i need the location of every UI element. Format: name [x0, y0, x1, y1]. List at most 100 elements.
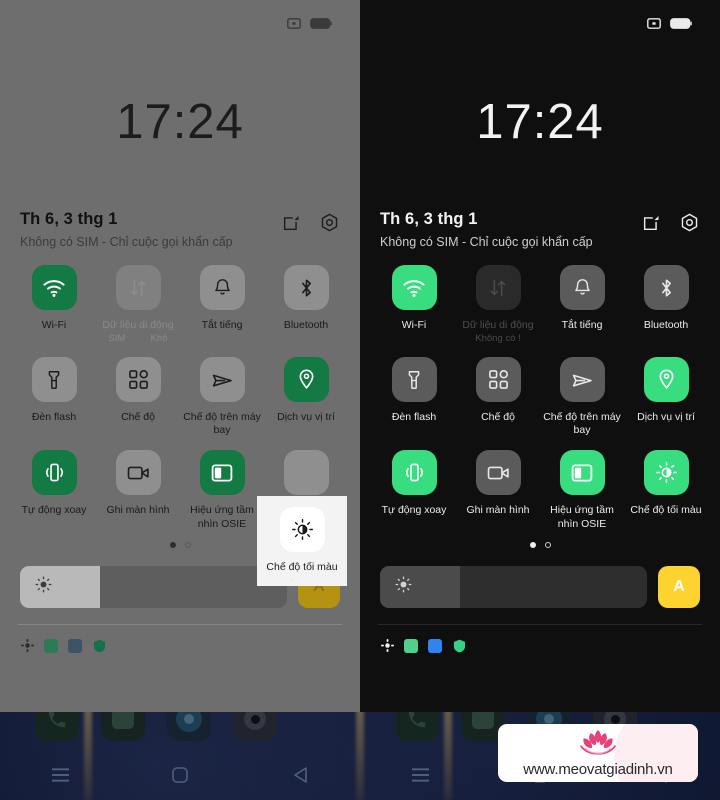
tile-wifi[interactable]: Wi-Fi — [372, 265, 456, 344]
gear-icon[interactable] — [380, 639, 394, 653]
tile-label: Chế độ — [121, 411, 155, 424]
tile-sublabel: Không có ! — [475, 333, 521, 345]
tile-screen-record[interactable]: Ghi màn hình — [96, 450, 180, 530]
carrier-label: Không có SIM - Chỉ cuộc gọi khẩn cấp — [20, 235, 233, 249]
settings-gear-icon[interactable] — [679, 212, 700, 233]
battery-icon — [670, 17, 692, 29]
date-label: Th 6, 3 thg 1 — [20, 210, 118, 228]
tile-wifi[interactable]: Wi-Fi — [12, 265, 96, 344]
tile-label: Dữ liệu di động — [102, 319, 174, 331]
back-button[interactable] — [270, 750, 330, 800]
bell-mute-icon — [199, 265, 245, 310]
tile-label: Bluetooth — [283, 319, 329, 331]
wifi-icon — [31, 265, 77, 310]
tile-label: Bluetooth — [643, 319, 689, 331]
edit-pencil-icon[interactable] — [281, 212, 302, 233]
tile-mute[interactable]: Tắt tiếng — [180, 265, 264, 344]
recents-button[interactable] — [390, 750, 450, 800]
tile-sublabel-status: Khô — [150, 333, 168, 345]
tile-label: Tự động xoay — [381, 504, 447, 517]
panel-divider — [378, 623, 702, 625]
page-dot-1[interactable] — [529, 541, 536, 548]
status-bar — [0, 0, 360, 46]
green-app-icon[interactable] — [44, 638, 58, 653]
location-pin-icon — [283, 357, 329, 403]
tile-bluetooth[interactable]: Bluetooth — [624, 265, 708, 344]
dark-mode-icon — [279, 507, 325, 553]
recents-button[interactable] — [30, 750, 90, 800]
green-app-icon[interactable] — [404, 638, 418, 653]
location-pin-icon — [643, 357, 689, 403]
lockscreen-clock: 17:24 — [116, 95, 244, 149]
page-indicator — [372, 541, 708, 548]
tile-location[interactable]: Dịch vụ vị trí — [624, 357, 708, 437]
tile-label: Chế độ tối màu — [266, 561, 338, 574]
panel-header: Th 6, 3 thg 1 Không có SIM - Chỉ cuộc gọ… — [360, 208, 720, 249]
grid-modes-icon — [475, 357, 521, 403]
quick-settings-panel-light: 17:24 Th 6, 3 thg 1 Không có SIM - Chỉ c… — [0, 0, 360, 712]
page-dot-1[interactable] — [169, 541, 176, 548]
panel-divider — [18, 623, 342, 625]
tile-osie-vision[interactable]: Hiệu ứng tầm nhìn OSIE — [540, 450, 624, 530]
watermark-card: www.meovatgiadinh.vn — [498, 724, 698, 782]
bell-mute-icon — [559, 265, 605, 310]
tile-dark-mode[interactable]: Chế độ tối màu — [624, 450, 708, 530]
page-dot-2[interactable] — [184, 541, 191, 548]
mobile-data-icon — [475, 265, 521, 310]
quick-tiles-grid: Wi-Fi Dữ liệu di động Không có ! Tắt tiế… — [360, 265, 720, 548]
blue-app-icon[interactable] — [68, 638, 82, 653]
lotus-flower-logo — [575, 729, 621, 760]
brightness-slider[interactable] — [380, 565, 647, 608]
tile-label: Chế độ — [481, 411, 515, 424]
tile-flashlight[interactable]: Đèn flash — [12, 357, 96, 437]
settings-gear-icon[interactable] — [319, 212, 340, 233]
brightness-slider[interactable] — [20, 565, 287, 608]
tile-modes[interactable]: Chế độ — [456, 357, 540, 437]
tile-bluetooth[interactable]: Bluetooth — [264, 265, 348, 344]
battery-icon — [310, 17, 332, 29]
page-dot-2[interactable] — [544, 541, 551, 548]
screen-cast-icon — [647, 17, 661, 29]
tile-label: Hiệu ứng tầm nhìn OSIE — [550, 504, 614, 530]
tile-mute[interactable]: Tắt tiếng — [540, 265, 624, 344]
tile-auto-rotate[interactable]: Tự động xoay — [12, 450, 96, 530]
tile-label: Đèn flash — [391, 411, 437, 424]
tile-location[interactable]: Dịch vụ vị trí — [264, 357, 348, 437]
tile-screen-record[interactable]: Ghi màn hình — [456, 450, 540, 530]
gear-icon[interactable] — [20, 639, 34, 653]
shield-icon[interactable] — [452, 639, 466, 653]
blue-app-icon[interactable] — [428, 638, 442, 653]
screen-record-icon — [115, 450, 161, 496]
tile-osie-vision[interactable]: Hiệu ứng tầm nhìn OSIE — [180, 450, 264, 530]
flashlight-icon — [31, 357, 77, 403]
brightness-sun-icon — [395, 576, 412, 598]
screenshot-root: 17:24 Th 6, 3 thg 1 Không có SIM - Chỉ c… — [0, 0, 720, 800]
tile-mobile-data[interactable]: Dữ liệu di động Không có ! — [456, 265, 540, 344]
mini-icon-row — [0, 638, 360, 653]
tile-label: Ghi màn hình — [106, 504, 170, 517]
flashlight-icon — [391, 357, 437, 403]
auto-brightness-button[interactable]: A — [658, 565, 700, 608]
tile-auto-rotate[interactable]: Tự động xoay — [372, 450, 456, 530]
tile-label: Wi-Fi — [41, 319, 67, 331]
tile-airplane-mode[interactable]: Chế độ trên máy bay — [540, 357, 624, 437]
screen-cast-icon — [287, 17, 301, 29]
tile-label: Dịch vụ vị trí — [637, 411, 695, 424]
tile-modes[interactable]: Chế độ — [96, 357, 180, 437]
tile-flashlight[interactable]: Đèn flash — [372, 357, 456, 437]
osie-vision-icon — [559, 450, 605, 496]
shield-icon[interactable] — [92, 639, 106, 653]
watermark-url: www.meovatgiadinh.vn — [523, 760, 673, 778]
tile-airplane-mode[interactable]: Chế độ trên máy bay — [180, 357, 264, 437]
tile-row-1: Wi-Fi Dữ liệu di động Không có ! Tắt tiế… — [372, 265, 708, 344]
home-button[interactable] — [150, 750, 210, 800]
tile-row-2: Đèn flash Chế độ Chế độ trên máy bay Dịc… — [372, 357, 708, 437]
edit-pencil-icon[interactable] — [641, 212, 662, 233]
tile-sublabel-sim: SIM — [108, 333, 126, 345]
tile-row-2: Đèn flash Chế độ Chế độ trên máy bay Dịc… — [12, 357, 348, 437]
tile-label: Ghi màn hình — [466, 504, 530, 517]
tile-row-3: Tự động xoay Ghi màn hình Hiệu ứng tầm n… — [372, 450, 708, 530]
dark-mode-tile-highlight[interactable]: Chế độ tối màu — [257, 496, 347, 586]
tile-row-1: Wi-Fi Dữ liệu di động SIM Khô Tắt tiếng … — [12, 265, 348, 344]
tile-mobile-data[interactable]: Dữ liệu di động SIM Khô — [96, 265, 180, 344]
